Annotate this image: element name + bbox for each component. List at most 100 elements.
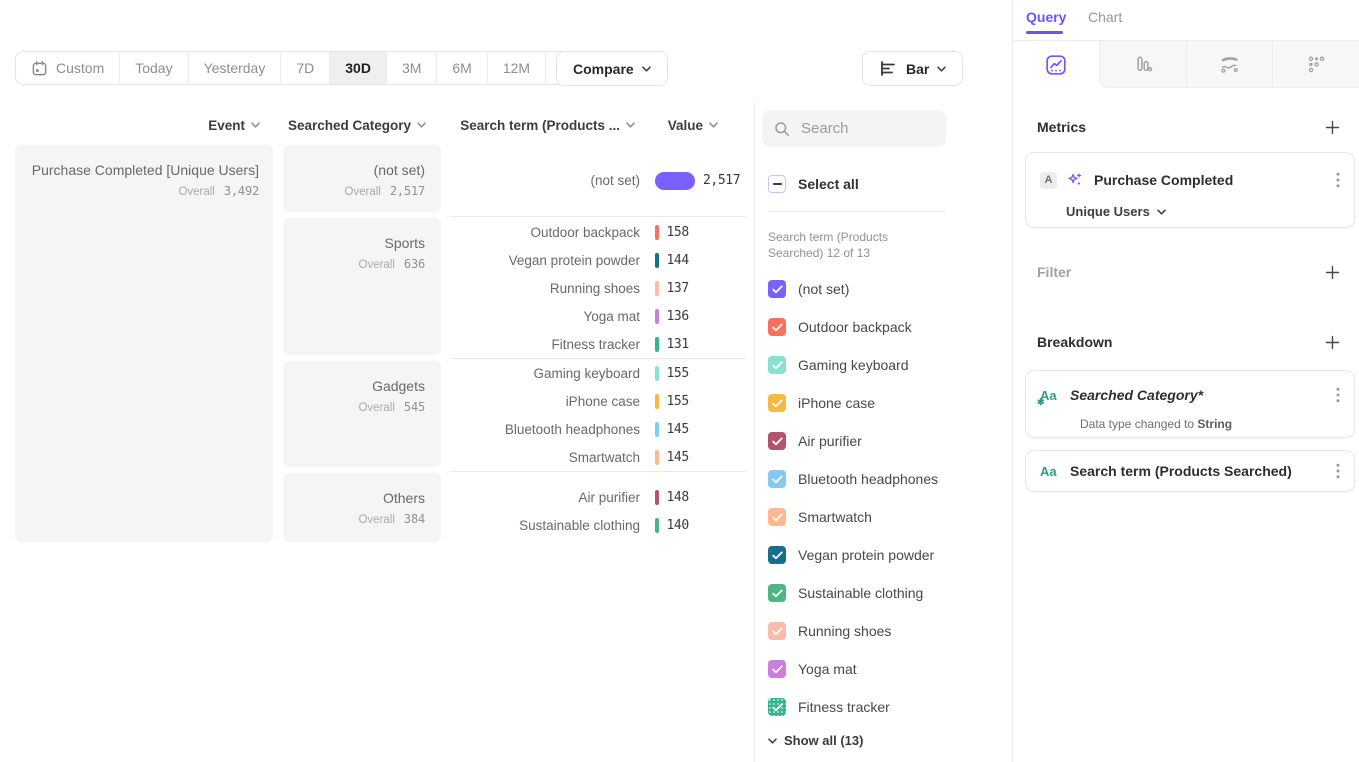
filter-item[interactable]: Bluetooth headphones xyxy=(768,460,938,498)
checkbox-checked[interactable] xyxy=(768,546,786,564)
column-header-label: Search term (Products ... xyxy=(460,118,620,133)
event-overall: Overall 3,492 xyxy=(25,184,259,198)
checkbox-checked[interactable] xyxy=(768,432,786,450)
date-range-yesterday[interactable]: Yesterday xyxy=(189,52,282,84)
date-range-label: 7D xyxy=(296,60,314,76)
search-term-row[interactable]: Running shoes 137 xyxy=(450,274,746,302)
filter-item[interactable]: Air purifier xyxy=(768,422,938,460)
filter-item[interactable]: Running shoes xyxy=(768,612,938,650)
show-all-button[interactable]: Show all (13) xyxy=(768,733,863,748)
column-header-search-term[interactable]: Search term (Products ... xyxy=(450,117,635,133)
event-cell[interactable]: Purchase Completed [Unique Users] Overal… xyxy=(15,145,273,542)
tab-chart[interactable]: Chart xyxy=(1088,9,1122,25)
search-term-row[interactable]: Bluetooth headphones 145 xyxy=(450,415,746,443)
checkbox-checked[interactable] xyxy=(768,394,786,412)
checkbox-checked[interactable] xyxy=(768,698,786,716)
add-breakdown-button[interactable] xyxy=(1324,334,1340,350)
breakdown-property-name: Search term (Products Searched) xyxy=(1070,463,1334,479)
chart-type-button[interactable]: Bar xyxy=(862,51,963,86)
select-all-row[interactable]: Select all xyxy=(768,175,859,193)
search-term-row[interactable]: Outdoor backpack 158 xyxy=(450,218,746,246)
date-range-3m[interactable]: 3M xyxy=(387,52,437,84)
search-term-row[interactable]: iPhone case 155 xyxy=(450,387,746,415)
filter-item[interactable]: Outdoor backpack xyxy=(768,308,938,346)
column-header-searched-category[interactable]: Searched Category xyxy=(283,117,426,133)
compare-button[interactable]: Compare xyxy=(556,51,668,86)
search-term-row[interactable]: (not set) 2,517 xyxy=(450,167,746,195)
category-cell[interactable]: Sports Overall 636 xyxy=(283,218,441,355)
date-range-12m[interactable]: 12M xyxy=(488,52,546,84)
filter-item[interactable]: Gaming keyboard xyxy=(768,346,938,384)
checkbox-checked[interactable] xyxy=(768,622,786,640)
value-number: 144 xyxy=(667,253,689,268)
value-number: 145 xyxy=(667,450,689,465)
category-cell[interactable]: Others Overall 384 xyxy=(283,473,441,542)
checkbox-checked[interactable] xyxy=(768,584,786,602)
date-range-7d[interactable]: 7D xyxy=(281,52,330,84)
filter-item[interactable]: Fitness tracker xyxy=(768,688,938,726)
filter-item[interactable]: Sustainable clothing xyxy=(768,574,938,612)
date-range-today[interactable]: Today xyxy=(120,52,188,84)
category-name: Gadgets xyxy=(283,377,425,395)
checkbox-checked[interactable] xyxy=(768,470,786,488)
measure-dropdown[interactable]: Unique Users xyxy=(1026,204,1354,219)
checkbox-checked[interactable] xyxy=(768,318,786,336)
show-all-label: Show all (13) xyxy=(784,733,863,748)
checkbox-checked[interactable] xyxy=(768,508,786,526)
value-number: 136 xyxy=(667,309,689,324)
date-range-30d[interactable]: 30D xyxy=(330,52,387,84)
date-range-label: 12M xyxy=(503,60,530,76)
category-cell[interactable]: (not set) Overall 2,517 xyxy=(283,145,441,212)
filter-list-title: Search term (Products Searched) 12 of 13 xyxy=(768,229,940,261)
metric-letter-badge: A xyxy=(1040,172,1057,189)
filter-item[interactable]: (not set) xyxy=(768,270,938,308)
breakdown-card[interactable]: Aa Search term (Products Searched) xyxy=(1025,450,1355,492)
column-header-label: Value xyxy=(668,118,703,133)
date-range-custom[interactable]: Custom xyxy=(16,52,120,84)
date-range-6m[interactable]: 6M xyxy=(437,52,487,84)
report-tab-insights-icon[interactable] xyxy=(1013,41,1099,88)
checkbox-checked[interactable] xyxy=(768,356,786,374)
search-input[interactable] xyxy=(799,119,934,138)
report-tab-funnels-icon[interactable] xyxy=(1099,41,1186,88)
filter-item[interactable]: Yoga mat xyxy=(768,650,938,688)
horizontal-bar-chart-icon xyxy=(879,60,898,77)
report-tab-flows-icon[interactable] xyxy=(1186,41,1273,88)
filter-item[interactable]: Vegan protein powder xyxy=(768,536,938,574)
search-term-row[interactable]: Smartwatch 145 xyxy=(450,443,746,471)
category-cell[interactable]: Gadgets Overall 545 xyxy=(283,361,441,467)
date-range-label: Custom xyxy=(56,60,104,76)
breakdown-card[interactable]: Aa✱ Searched Category* Data type changed… xyxy=(1025,370,1355,438)
tab-query[interactable]: Query xyxy=(1026,9,1066,25)
kebab-menu-icon[interactable] xyxy=(1334,461,1342,481)
search-term-row[interactable]: Vegan protein powder 144 xyxy=(450,246,746,274)
filter-item[interactable]: Smartwatch xyxy=(768,498,938,536)
checkbox-checked[interactable] xyxy=(768,280,786,298)
value-number: 155 xyxy=(667,394,689,409)
checkbox-checked[interactable] xyxy=(768,660,786,678)
search-term-row[interactable]: Yoga mat 136 xyxy=(450,302,746,330)
search-term-row[interactable]: Air purifier 148 xyxy=(450,483,746,511)
search-term-label: Smartwatch xyxy=(450,450,640,465)
column-header-event[interactable]: Event xyxy=(15,117,260,133)
active-tab-underline xyxy=(1026,31,1063,34)
search-term-row[interactable]: Sustainable clothing 140 xyxy=(450,511,746,539)
select-all-checkbox[interactable] xyxy=(768,175,786,193)
search-term-row[interactable]: Gaming keyboard 155 xyxy=(450,359,746,387)
search-term-row[interactable]: Fitness tracker 131 xyxy=(450,330,746,358)
report-tab-retention-icon[interactable] xyxy=(1272,41,1359,88)
kebab-menu-icon[interactable] xyxy=(1334,170,1342,190)
category-overall: Overall 636 xyxy=(283,257,425,271)
value-bar xyxy=(655,172,695,190)
kebab-menu-icon[interactable] xyxy=(1334,385,1342,405)
column-header-value[interactable]: Value xyxy=(640,117,718,133)
indeterminate-dash-icon xyxy=(773,183,782,185)
filter-item[interactable]: iPhone case xyxy=(768,384,938,422)
add-filter-button[interactable] xyxy=(1324,264,1340,280)
category-name: (not set) xyxy=(283,161,425,179)
metric-card[interactable]: A Purchase Completed Unique Users xyxy=(1025,152,1355,228)
add-metric-button[interactable] xyxy=(1324,119,1340,135)
overall-label: Overall xyxy=(358,259,394,271)
search-icon xyxy=(774,121,790,137)
calendar-icon xyxy=(31,60,48,77)
